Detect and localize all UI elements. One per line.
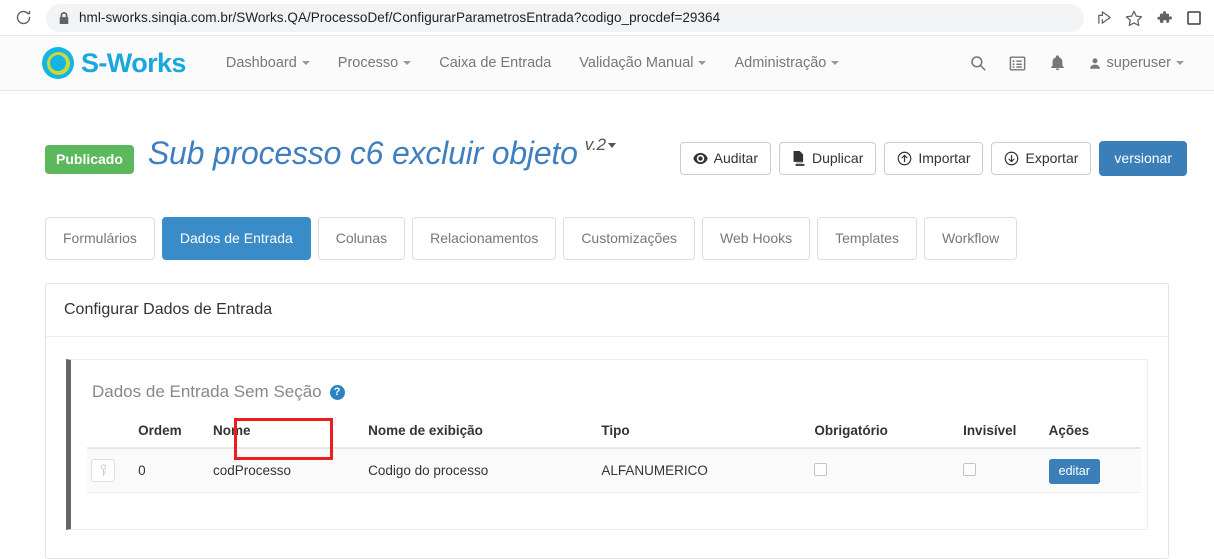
invisivel-checkbox[interactable]: [963, 462, 977, 476]
tab-templates[interactable]: Templates: [817, 217, 917, 260]
cell-nome-exibicao: Codigo do processo: [364, 448, 598, 493]
panel-body: Dados de Entrada Sem Seção ? Ordem Nome …: [46, 337, 1168, 558]
profile-square-icon[interactable]: [1180, 4, 1208, 32]
search-icon[interactable]: [960, 45, 996, 81]
column-header-ordem: Ordem: [134, 417, 209, 449]
button-label: Exportar: [1025, 150, 1079, 166]
column-header-invisivel: Invisível: [959, 417, 1045, 449]
obrigatorio-checkbox[interactable]: [814, 462, 828, 476]
nav-item-label: Caixa de Entrada: [439, 55, 552, 71]
tab-customizacoes[interactable]: Customizações: [563, 217, 696, 260]
user-menu[interactable]: superuser: [1080, 49, 1192, 77]
cell-acoes: editar: [1044, 448, 1141, 493]
help-icon[interactable]: ?: [329, 384, 345, 400]
column-header-handle: [87, 417, 135, 449]
copy-icon: [793, 150, 805, 166]
brand-name: S-Works: [81, 47, 186, 78]
cell-invisivel: [959, 448, 1045, 493]
column-header-nome-exibicao: Nome de exibição: [364, 417, 598, 449]
button-label: Importar: [918, 150, 971, 166]
chevron-down-icon: [608, 143, 617, 149]
column-header-acoes: Ações: [1044, 417, 1141, 449]
app-navbar: S-Works Dashboard Processo Caixa de Entr…: [0, 36, 1214, 91]
status-badge: Publicado: [45, 145, 134, 174]
tab-dados-de-entrada[interactable]: Dados de Entrada: [161, 217, 311, 260]
page-title: Sub processo c6 excluir objeto: [147, 135, 578, 171]
nav-item-processo[interactable]: Processo: [324, 49, 425, 77]
list-icon[interactable]: [1000, 45, 1036, 81]
nav-item-label: Validação Manual: [579, 55, 694, 71]
cell-nome: codProcesso: [208, 448, 365, 493]
reload-icon[interactable]: [8, 3, 38, 33]
bell-icon[interactable]: [1040, 45, 1076, 81]
section-title: Dados de Entrada Sem Seção ?: [71, 376, 1147, 402]
share-icon[interactable]: [1090, 4, 1118, 32]
main-menu: Dashboard Processo Caixa de Entrada Vali…: [212, 49, 854, 77]
section-title-label: Dados de Entrada Sem Seção: [92, 382, 322, 401]
column-header-obrigatorio: Obrigatório: [810, 417, 960, 449]
nav-item-administracao[interactable]: Administração: [720, 49, 853, 77]
panel-title: Configurar Dados de Entrada: [46, 284, 1168, 337]
chevron-down-icon: [1176, 61, 1184, 65]
config-panel: Configurar Dados de Entrada Dados de Ent…: [45, 283, 1169, 559]
nav-item-caixa-de-entrada[interactable]: Caixa de Entrada: [425, 49, 565, 77]
tab-web-hooks[interactable]: Web Hooks: [702, 217, 811, 260]
browser-action-icons: [1090, 4, 1214, 32]
version-label: v.2: [584, 135, 607, 154]
username-label: superuser: [1106, 55, 1171, 71]
sworks-logo-icon: [42, 47, 74, 79]
column-header-tipo: Tipo: [597, 417, 811, 449]
column-header-nome: Nome: [208, 417, 365, 449]
brand-logo-link[interactable]: S-Works: [42, 47, 186, 79]
chevron-down-icon: [831, 61, 840, 66]
auditar-button[interactable]: Auditar: [679, 142, 771, 175]
navbar-right-actions: superuser: [960, 45, 1192, 81]
nav-item-validacao-manual[interactable]: Validação Manual: [565, 49, 720, 77]
eye-icon: [692, 152, 708, 164]
table-row: 0 codProcesso Codigo do processo ALFANUM…: [87, 448, 1141, 493]
tab-colunas[interactable]: Colunas: [317, 217, 406, 260]
tab-bar: Formulários Dados de Entrada Colunas Rel…: [0, 217, 1214, 260]
lock-icon: [58, 11, 70, 25]
nav-item-label: Administração: [734, 55, 827, 71]
star-icon[interactable]: [1120, 4, 1148, 32]
tab-formularios[interactable]: Formulários: [45, 217, 155, 260]
extensions-puzzle-icon[interactable]: [1150, 4, 1178, 32]
button-label: Duplicar: [812, 150, 864, 166]
nav-item-label: Dashboard: [225, 55, 297, 71]
section-dados-sem-secao: Dados de Entrada Sem Seção ? Ordem Nome …: [66, 359, 1148, 530]
tab-relacionamentos[interactable]: Relacionamentos: [412, 217, 557, 260]
page-header: Publicado Sub processo c6 excluir objeto…: [0, 91, 1214, 176]
exportar-button[interactable]: Exportar: [991, 142, 1092, 175]
nav-item-label: Processo: [337, 55, 399, 71]
input-data-table: Ordem Nome Nome de exibição Tipo Obrigat…: [87, 417, 1141, 493]
versionar-button[interactable]: versionar: [1099, 141, 1187, 176]
importar-button[interactable]: Importar: [884, 142, 984, 175]
page-content: Publicado Sub processo c6 excluir objeto…: [0, 91, 1214, 559]
chevron-down-icon: [403, 61, 412, 66]
cell-obrigatorio: [810, 448, 960, 493]
key-icon[interactable]: [91, 459, 115, 482]
url-text: hml-sworks.sinqia.com.br/SWorks.QA/Proce…: [79, 10, 721, 25]
browser-toolbar: hml-sworks.sinqia.com.br/SWorks.QA/Proce…: [0, 0, 1214, 36]
tab-workflow[interactable]: Workflow: [923, 217, 1018, 260]
cell-drag-handle: [87, 448, 135, 493]
chevron-down-icon: [301, 61, 310, 66]
arrow-up-circle-icon: [898, 151, 912, 165]
cell-tipo: ALFANUMERICO: [597, 448, 811, 493]
duplicar-button[interactable]: Duplicar: [779, 142, 877, 175]
cell-ordem: 0: [134, 448, 209, 493]
header-actions: Auditar Duplicar Importar Exportar versi…: [679, 141, 1187, 176]
table-header-row: Ordem Nome Nome de exibição Tipo Obrigat…: [87, 417, 1141, 449]
user-avatar-icon: [1089, 57, 1100, 69]
editar-button[interactable]: editar: [1048, 459, 1100, 484]
address-bar[interactable]: hml-sworks.sinqia.com.br/SWorks.QA/Proce…: [46, 3, 1084, 32]
button-label: Auditar: [713, 150, 758, 166]
arrow-down-circle-icon: [1005, 151, 1019, 165]
nav-item-dashboard[interactable]: Dashboard: [212, 49, 324, 77]
version-selector[interactable]: v.2: [584, 135, 617, 155]
chevron-down-icon: [698, 61, 707, 66]
